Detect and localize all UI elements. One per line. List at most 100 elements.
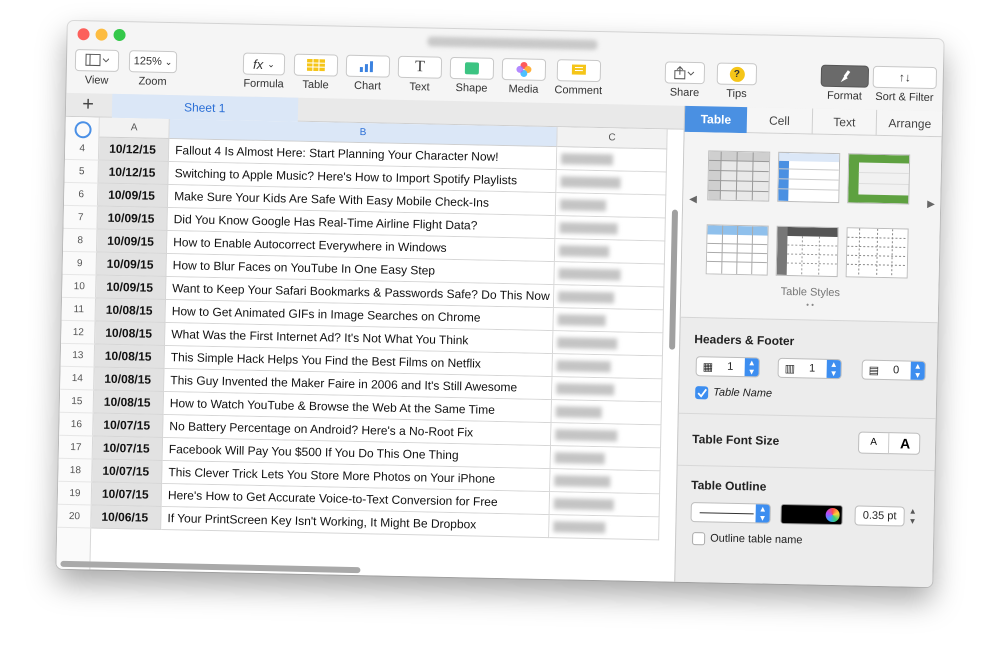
date-cell[interactable]: 10/09/15 — [97, 206, 168, 232]
row-number[interactable]: 18 — [58, 458, 93, 483]
row-number[interactable]: 6 — [63, 182, 99, 207]
date-cell[interactable]: 10/07/15 — [92, 436, 164, 461]
footer-rows-stepper[interactable]: ▤ 0 ▲ ▼ — [861, 359, 926, 381]
redacted-cell[interactable] — [552, 331, 664, 357]
tab-table[interactable]: Table — [684, 105, 748, 134]
row-number[interactable]: 16 — [59, 412, 94, 437]
chevron-left-icon[interactable]: ◀ — [689, 194, 697, 205]
zoom-window-button[interactable] — [113, 28, 126, 42]
row-number[interactable]: 13 — [60, 343, 96, 368]
header-rows-stepper[interactable]: ▦ 1 ▲ ▼ — [695, 356, 760, 378]
redacted-cell[interactable] — [556, 147, 668, 173]
date-cell[interactable]: 10/08/15 — [93, 390, 165, 415]
stepper-arrows-icon[interactable]: ▲ ▼ — [755, 504, 770, 523]
stepper-arrows-icon[interactable]: ▲ ▼ — [910, 361, 925, 380]
date-cell[interactable]: 10/09/15 — [97, 183, 169, 209]
header-columns-stepper[interactable]: ▥ 1 ▲ ▼ — [777, 357, 842, 380]
redacted-cell[interactable] — [552, 354, 663, 380]
outline-width-stepper[interactable]: ▲ ▼ — [908, 507, 916, 527]
tab-arrange[interactable]: Arrange — [877, 110, 944, 137]
select-table-handle[interactable] — [74, 121, 92, 139]
row-number[interactable]: 4 — [64, 136, 100, 161]
date-cell[interactable]: 10/07/15 — [93, 413, 164, 438]
date-cell[interactable]: 10/09/15 — [96, 252, 167, 278]
row-number[interactable]: 12 — [61, 320, 96, 345]
tab-text[interactable]: Text — [812, 108, 878, 136]
date-cell[interactable]: 10/09/15 — [96, 275, 167, 301]
comment-button[interactable]: Comment — [554, 59, 602, 97]
zoom-button[interactable]: 125% ⌄ Zoom — [128, 50, 178, 88]
redacted-cell[interactable] — [549, 515, 660, 541]
chevron-right-icon[interactable]: ▶ — [927, 199, 935, 210]
redacted-cell[interactable] — [551, 400, 662, 426]
formula-button[interactable]: fx ⌄ Formula — [242, 52, 286, 91]
redacted-cell[interactable] — [555, 193, 667, 219]
view-button[interactable]: View — [74, 49, 120, 87]
format-button[interactable]: Format — [820, 64, 870, 103]
redacted-cell[interactable] — [551, 377, 663, 403]
add-sheet-button[interactable]: + — [66, 93, 110, 118]
date-cell[interactable]: 10/12/15 — [98, 137, 170, 163]
redacted-cell[interactable] — [549, 492, 661, 518]
redacted-cell[interactable] — [554, 262, 665, 288]
text-button[interactable]: T Text — [397, 55, 443, 94]
outline-table-name-checkbox[interactable] — [691, 532, 706, 546]
table-style-1[interactable] — [707, 150, 771, 202]
zoom-select[interactable]: 125% ⌄ — [128, 50, 178, 74]
date-cell[interactable]: 10/09/15 — [96, 229, 168, 255]
outline-color-well[interactable] — [780, 503, 843, 526]
redacted-cell[interactable] — [553, 308, 664, 334]
redacted-cell[interactable] — [551, 423, 662, 449]
redacted-cell[interactable] — [550, 446, 662, 472]
shape-button[interactable]: Shape — [449, 56, 495, 95]
row-number[interactable]: 7 — [63, 205, 98, 230]
color-wheel-icon[interactable] — [825, 507, 840, 523]
table-style-4[interactable] — [705, 224, 769, 276]
media-button[interactable]: Media — [501, 57, 547, 96]
table-style-2[interactable] — [777, 151, 841, 204]
redacted-cell[interactable] — [550, 469, 661, 495]
tips-button[interactable]: ? Tips — [716, 62, 758, 100]
redacted-cell[interactable] — [555, 216, 666, 242]
row-number[interactable]: 10 — [62, 274, 97, 299]
redacted-cell[interactable] — [554, 239, 666, 265]
sort-filter-button[interactable]: ↑↓ Sort & Filter — [872, 65, 938, 104]
row-number[interactable]: 8 — [62, 228, 98, 253]
table-style-3[interactable] — [847, 153, 911, 205]
outline-style-select[interactable]: ▲ ▼ — [690, 502, 771, 524]
stepper-arrows-icon[interactable]: ▲ ▼ — [826, 359, 841, 379]
stepper-arrows-icon[interactable]: ▲ ▼ — [744, 358, 759, 377]
table-button[interactable]: Table — [293, 53, 339, 92]
increase-font-button[interactable]: A — [890, 433, 920, 454]
row-number[interactable]: 17 — [58, 435, 94, 460]
redacted-cell[interactable] — [556, 170, 667, 196]
minimize-button[interactable] — [95, 28, 108, 41]
date-cell[interactable]: 10/08/15 — [95, 321, 166, 346]
date-cell[interactable]: 10/08/15 — [94, 367, 165, 392]
row-number[interactable]: 11 — [61, 297, 97, 322]
decrease-font-button[interactable]: A — [858, 432, 890, 454]
date-cell[interactable]: 10/12/15 — [98, 160, 169, 186]
vertical-scrollbar[interactable] — [669, 209, 679, 350]
table-style-6[interactable] — [845, 227, 909, 279]
tab-cell[interactable]: Cell — [746, 107, 814, 135]
date-cell[interactable]: 10/08/15 — [95, 298, 167, 323]
row-number[interactable]: 20 — [57, 504, 92, 529]
date-cell[interactable]: 10/07/15 — [92, 459, 163, 484]
chart-button[interactable]: Chart — [345, 54, 391, 93]
row-number[interactable]: 14 — [60, 366, 95, 391]
row-number[interactable]: 9 — [62, 251, 97, 276]
column-header-c[interactable]: C — [557, 127, 668, 150]
date-cell[interactable]: 10/06/15 — [91, 505, 162, 530]
share-button[interactable]: Share — [664, 61, 706, 99]
column-header-a[interactable]: A — [99, 117, 170, 140]
row-number[interactable]: 19 — [57, 481, 93, 506]
redacted-cell[interactable] — [553, 285, 665, 311]
row-number[interactable]: 5 — [64, 159, 99, 184]
horizontal-scrollbar[interactable] — [60, 560, 361, 574]
table-style-5[interactable] — [775, 225, 839, 278]
close-button[interactable] — [77, 28, 90, 41]
outline-width-field[interactable]: 0.35 pt — [854, 505, 905, 527]
table-name-checkbox[interactable] — [695, 386, 709, 400]
date-cell[interactable]: 10/08/15 — [94, 344, 166, 369]
